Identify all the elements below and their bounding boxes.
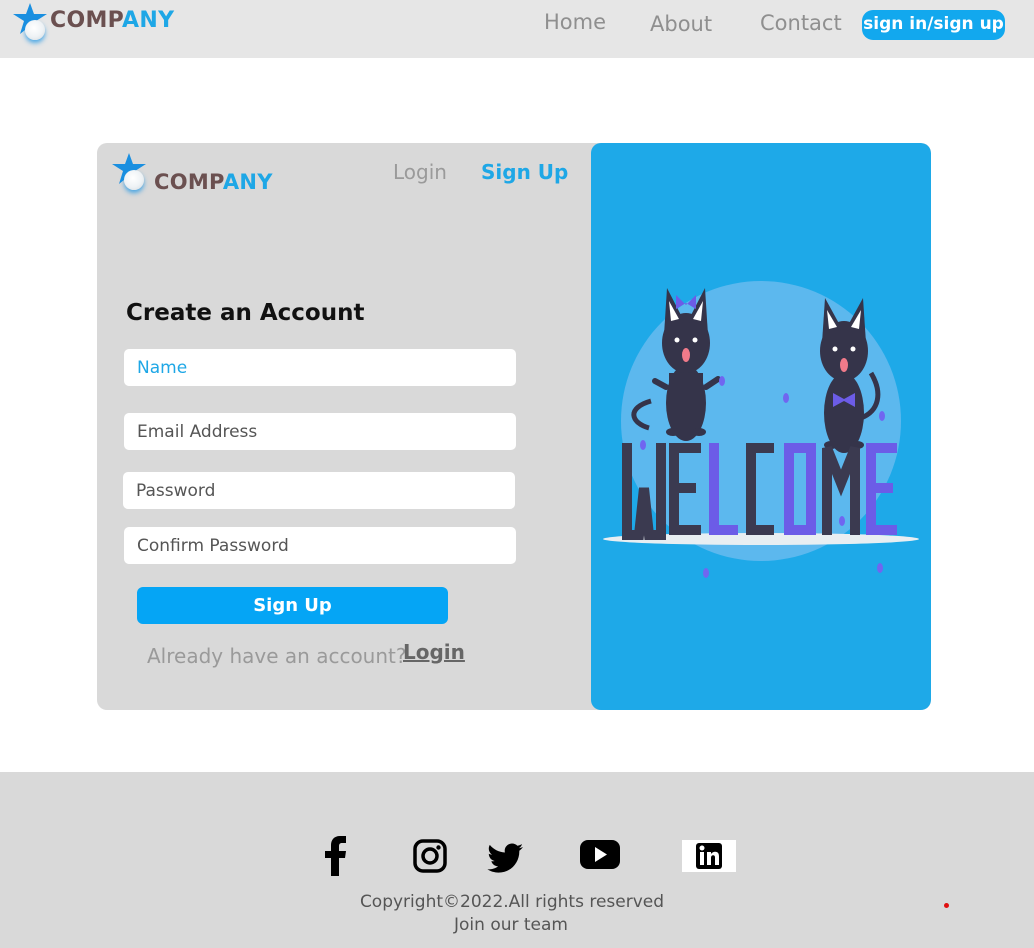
linkedin-icon[interactable] [682, 840, 736, 872]
email-input[interactable] [124, 413, 516, 450]
youtube-icon[interactable] [580, 840, 620, 869]
name-input[interactable] [124, 349, 516, 386]
welcome-cats-illustration [603, 281, 919, 578]
password-input[interactable] [123, 472, 515, 509]
card-logo: COMPANY [111, 152, 273, 194]
instagram-icon[interactable] [413, 839, 447, 873]
nav-about[interactable]: About [650, 12, 712, 36]
company-logo[interactable]: COMPANY [12, 3, 174, 43]
copyright-text: Copyright©2022.All rights reserved [359, 892, 665, 912]
nav-home[interactable]: Home [544, 10, 606, 34]
confirm-password-input[interactable] [124, 527, 516, 564]
tab-login[interactable]: Login [393, 160, 447, 184]
tab-signup[interactable]: Sign Up [481, 160, 568, 184]
facebook-icon[interactable] [323, 836, 349, 876]
login-link[interactable]: Login [403, 640, 465, 664]
twitter-icon[interactable] [487, 843, 524, 875]
star-logo-icon [12, 3, 52, 43]
footer: Copyright©2022.All rights reserved Join … [0, 772, 1034, 948]
nav-contact[interactable]: Contact [760, 11, 842, 35]
signup-card: COMPANY Login Sign Up Create an Account … [97, 143, 931, 710]
star-logo-icon [111, 153, 151, 193]
signin-signup-button[interactable]: sign in/sign up [862, 10, 1005, 40]
company-name: COMPANY [50, 7, 175, 33]
red-dot-indicator [944, 903, 949, 908]
signup-submit-button[interactable]: Sign Up [137, 587, 448, 624]
form-title: Create an Account [126, 300, 365, 326]
have-account-text: Already have an account? [147, 644, 407, 668]
company-name: COMPANY [154, 170, 273, 194]
welcome-panel [591, 143, 931, 710]
top-navbar: COMPANY Home About Contact sign in/sign … [0, 0, 1034, 58]
join-team-link[interactable]: Join our team [0, 915, 1022, 935]
